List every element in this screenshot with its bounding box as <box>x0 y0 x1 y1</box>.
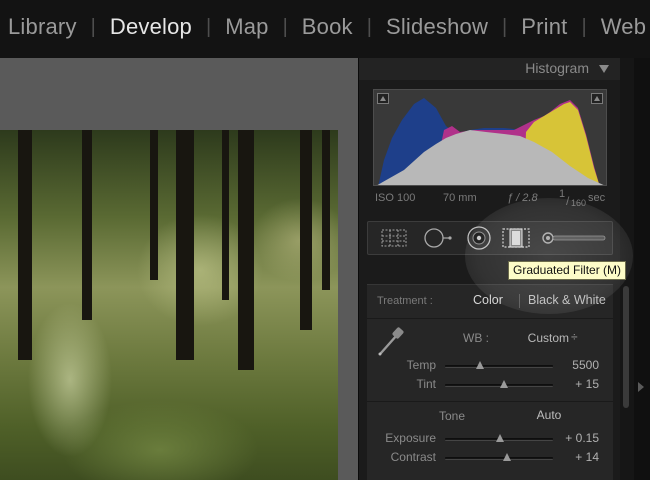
panel-scrollbar-thumb[interactable] <box>623 286 629 408</box>
exposure-slider[interactable] <box>445 434 553 442</box>
tint-slider[interactable] <box>445 380 553 388</box>
red-eye-tool-icon[interactable] <box>464 225 494 251</box>
histogram-curves <box>377 98 604 185</box>
contrast-slider-knob[interactable] <box>502 453 511 461</box>
module-develop[interactable]: Develop <box>110 14 192 40</box>
focal-length: 70 mm <box>443 192 477 204</box>
contrast-value[interactable]: + 14 <box>555 450 599 464</box>
expand-filmstrip-arrow-icon[interactable] <box>638 382 644 392</box>
tint-label: Tint <box>416 377 436 391</box>
histogram-title: Histogram <box>525 60 589 76</box>
treatment-bw-option[interactable]: Black & White <box>528 293 606 307</box>
shutter-unit: sec <box>588 192 606 204</box>
treatment-color-option[interactable]: Color <box>473 293 503 307</box>
forest-photo[interactable] <box>0 130 338 480</box>
basic-panel: Treatment : Color Black & White WB : Cus… <box>367 284 613 480</box>
module-map[interactable]: Map <box>225 14 268 40</box>
shutter-denominator: 160 <box>571 198 587 208</box>
module-web[interactable]: Web <box>601 14 646 40</box>
tint-slider-knob[interactable] <box>500 380 509 388</box>
exposure-slider-knob[interactable] <box>496 434 505 442</box>
collapse-triangle-icon[interactable] <box>599 65 609 73</box>
exposure-label: Exposure <box>385 431 436 445</box>
module-slideshow[interactable]: Slideshow <box>386 14 488 40</box>
module-print[interactable]: Print <box>521 14 567 40</box>
aperture: ƒ / 2.8 <box>507 192 538 204</box>
contrast-label: Contrast <box>390 450 436 464</box>
temp-slider-knob[interactable] <box>475 361 484 369</box>
contrast-slider[interactable] <box>445 453 553 461</box>
treatment-row: Treatment : Color Black & White <box>367 285 613 317</box>
shutter-numerator: 1 <box>559 188 566 200</box>
tint-value[interactable]: + 15 <box>555 377 599 391</box>
adjustment-brush-tool-icon[interactable] <box>540 225 608 251</box>
histogram-graph[interactable] <box>373 89 607 186</box>
temp-slider[interactable] <box>445 361 553 369</box>
wb-label: WB : <box>463 331 489 345</box>
highlight-clipping-icon[interactable] <box>591 93 603 104</box>
wb-value[interactable]: Custom <box>507 331 569 345</box>
iso-value: ISO 100 <box>375 192 416 204</box>
temp-label: Temp <box>406 358 436 372</box>
module-library[interactable]: Library <box>8 14 77 40</box>
tool-strip <box>367 221 613 255</box>
exposure-value[interactable]: + 0.15 <box>555 431 599 445</box>
spot-removal-tool-icon[interactable] <box>420 225 454 251</box>
graduated-filter-tooltip: Graduated Filter (M) <box>508 261 627 280</box>
module-picker: Library | Develop | Map | Book | Slidesh… <box>0 0 650 58</box>
shadow-clipping-icon[interactable] <box>377 93 389 104</box>
tone-auto-button[interactable]: Auto <box>527 408 571 422</box>
right-panel-edge[interactable] <box>634 58 650 480</box>
temp-value[interactable]: 5500 <box>555 358 599 372</box>
module-book[interactable]: Book <box>302 14 353 40</box>
exif-info: ISO 100 70 mm ƒ / 2.8 1 / 160 sec <box>375 188 606 208</box>
histogram-header[interactable]: Histogram <box>359 58 621 80</box>
wb-dropdown-arrows-icon[interactable]: ÷ <box>571 330 578 344</box>
image-canvas[interactable] <box>0 58 358 480</box>
treatment-label: Treatment : <box>377 295 433 307</box>
crop-overlay-tool-icon[interactable] <box>378 225 410 251</box>
module-nav: Library | Develop | Map | Book | Slidesh… <box>8 14 647 40</box>
tone-label: Tone <box>438 409 466 423</box>
graduated-filter-tool-icon[interactable] <box>500 225 532 251</box>
